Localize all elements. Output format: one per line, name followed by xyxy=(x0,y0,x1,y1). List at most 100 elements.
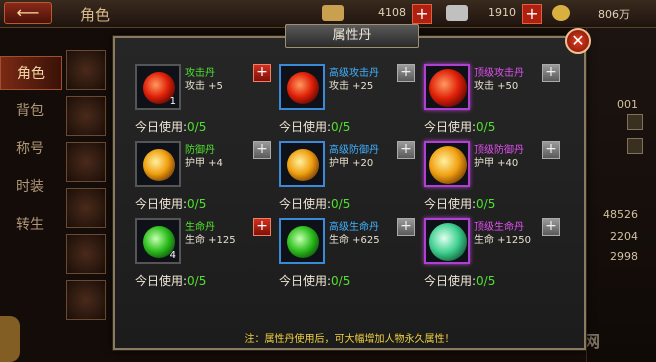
usage-value: 0/5 xyxy=(187,274,207,288)
daily-usage: 今日使用:0/5 xyxy=(135,118,206,135)
daily-usage: 今日使用:0/5 xyxy=(279,195,350,212)
tab-title[interactable]: 称号 xyxy=(0,132,62,166)
usage-label: 今日使用: xyxy=(424,120,477,134)
pill-slot[interactable] xyxy=(135,141,181,187)
use-pill-button[interactable]: + xyxy=(542,218,560,236)
back-button[interactable]: ⟵ xyxy=(4,2,52,24)
tab-rebirth[interactable]: 转生 xyxy=(0,208,62,242)
pill-slot[interactable] xyxy=(424,141,470,187)
pill-stat: 生命 +125 xyxy=(185,235,236,246)
usage-value: 0/5 xyxy=(331,274,351,288)
pill-slot[interactable] xyxy=(279,141,325,187)
pill-orb-icon xyxy=(287,226,319,258)
tab-character[interactable]: 角色 xyxy=(0,56,62,90)
stat-value: 2998 xyxy=(610,250,638,263)
copper-coin-icon xyxy=(552,5,570,21)
item-count: 4 xyxy=(169,250,176,261)
page-title: 角色 xyxy=(80,6,111,24)
close-button[interactable]: ✕ xyxy=(565,28,591,54)
usage-label: 今日使用: xyxy=(279,120,332,134)
pill-stat: 护甲 +40 xyxy=(474,158,519,169)
add-silver-button[interactable]: + xyxy=(522,4,542,24)
pill-orb-icon xyxy=(143,149,175,181)
equip-slot[interactable] xyxy=(66,188,106,228)
stat-partial: 001 xyxy=(617,98,638,111)
tab-fashion[interactable]: 时装 xyxy=(0,170,62,204)
equip-slot[interactable] xyxy=(66,234,106,274)
stats-panel: 001 48526 2204 2998 xyxy=(586,28,656,362)
pill-stat: 生命 +625 xyxy=(329,235,380,246)
usage-label: 今日使用: xyxy=(279,197,332,211)
pill-slot[interactable] xyxy=(279,64,325,110)
attribute-pill-dialog: 属性丹 ✕ 1 攻击丹 攻击 +5 + 今日使用:0/5 高级攻击丹 攻击 +25 + 今日使用… xyxy=(113,24,591,350)
usage-value: 0/5 xyxy=(476,197,496,211)
pill-stat: 攻击 +5 xyxy=(185,81,223,92)
equip-slot[interactable] xyxy=(66,96,106,136)
pill-item: 1 攻击丹 攻击 +5 + 今日使用:0/5 xyxy=(135,64,275,138)
pill-item: 4 生命丹 生命 +125 + 今日使用:0/5 xyxy=(135,218,275,292)
daily-usage: 今日使用:0/5 xyxy=(135,195,206,212)
coin-value: 806万 xyxy=(598,8,630,21)
use-pill-button[interactable]: + xyxy=(397,218,415,236)
usage-label: 今日使用: xyxy=(135,120,188,134)
checkbox[interactable] xyxy=(627,138,643,154)
equip-slot[interactable] xyxy=(66,142,106,182)
daily-usage: 今日使用:0/5 xyxy=(424,272,495,289)
usage-label: 今日使用: xyxy=(135,274,188,288)
gold-ingot-icon xyxy=(322,5,344,21)
usage-value: 0/5 xyxy=(187,197,207,211)
usage-value: 0/5 xyxy=(187,120,207,134)
side-nav: 角色 背包 称号 时装 转生 xyxy=(0,56,62,316)
pill-slot[interactable] xyxy=(424,64,470,110)
daily-usage: 今日使用:0/5 xyxy=(424,118,495,135)
equipment-column xyxy=(66,50,110,362)
pill-slot[interactable]: 4 xyxy=(135,218,181,264)
pill-item: 高级攻击丹 攻击 +25 + 今日使用:0/5 xyxy=(279,64,419,138)
pill-slot[interactable] xyxy=(279,218,325,264)
checkbox[interactable] xyxy=(627,114,643,130)
pill-orb-icon xyxy=(429,146,467,184)
use-pill-button[interactable]: + xyxy=(253,141,271,159)
pill-stat: 生命 +1250 xyxy=(474,235,532,246)
equip-slot[interactable] xyxy=(66,280,106,320)
menu-orb-icon[interactable] xyxy=(0,316,20,362)
pill-orb-icon xyxy=(429,223,467,261)
use-pill-button[interactable]: + xyxy=(542,64,560,82)
gold-resource: 4108 + xyxy=(322,4,432,24)
pill-item: 防御丹 护甲 +4 + 今日使用:0/5 xyxy=(135,141,275,215)
pill-stat: 攻击 +25 xyxy=(329,81,374,92)
daily-usage: 今日使用:0/5 xyxy=(135,272,206,289)
coin-resource: 806万 xyxy=(552,4,656,24)
use-pill-button[interactable]: + xyxy=(253,218,271,236)
equip-slot[interactable] xyxy=(66,50,106,90)
item-count: 1 xyxy=(169,96,176,107)
usage-label: 今日使用: xyxy=(135,197,188,211)
stat-value: 2204 xyxy=(610,230,638,243)
gold-value: 4108 xyxy=(378,6,406,19)
pill-stat: 护甲 +20 xyxy=(329,158,374,169)
use-pill-button[interactable]: + xyxy=(397,141,415,159)
daily-usage: 今日使用:0/5 xyxy=(424,195,495,212)
pill-stat: 攻击 +50 xyxy=(474,81,519,92)
stat-value: 48526 xyxy=(603,208,638,221)
tab-bag[interactable]: 背包 xyxy=(0,94,62,128)
usage-label: 今日使用: xyxy=(279,274,332,288)
pill-slot[interactable] xyxy=(424,218,470,264)
silver-resource: 1910 + xyxy=(446,4,542,24)
usage-value: 0/5 xyxy=(331,197,351,211)
pill-item: 顶级攻击丹 攻击 +50 + 今日使用:0/5 xyxy=(424,64,564,138)
pill-slot[interactable]: 1 xyxy=(135,64,181,110)
pill-stat: 护甲 +4 xyxy=(185,158,223,169)
dialog-title: 属性丹 xyxy=(285,24,419,48)
pill-item: 顶级防御丹 护甲 +40 + 今日使用:0/5 xyxy=(424,141,564,215)
usage-value: 0/5 xyxy=(476,120,496,134)
add-gold-button[interactable]: + xyxy=(412,4,432,24)
usage-label: 今日使用: xyxy=(424,274,477,288)
pill-item: 顶级生命丹 生命 +1250 + 今日使用:0/5 xyxy=(424,218,564,292)
pill-item: 高级防御丹 护甲 +20 + 今日使用:0/5 xyxy=(279,141,419,215)
daily-usage: 今日使用:0/5 xyxy=(279,118,350,135)
use-pill-button[interactable]: + xyxy=(397,64,415,82)
use-pill-button[interactable]: + xyxy=(253,64,271,82)
pill-orb-icon xyxy=(287,72,319,104)
use-pill-button[interactable]: + xyxy=(542,141,560,159)
